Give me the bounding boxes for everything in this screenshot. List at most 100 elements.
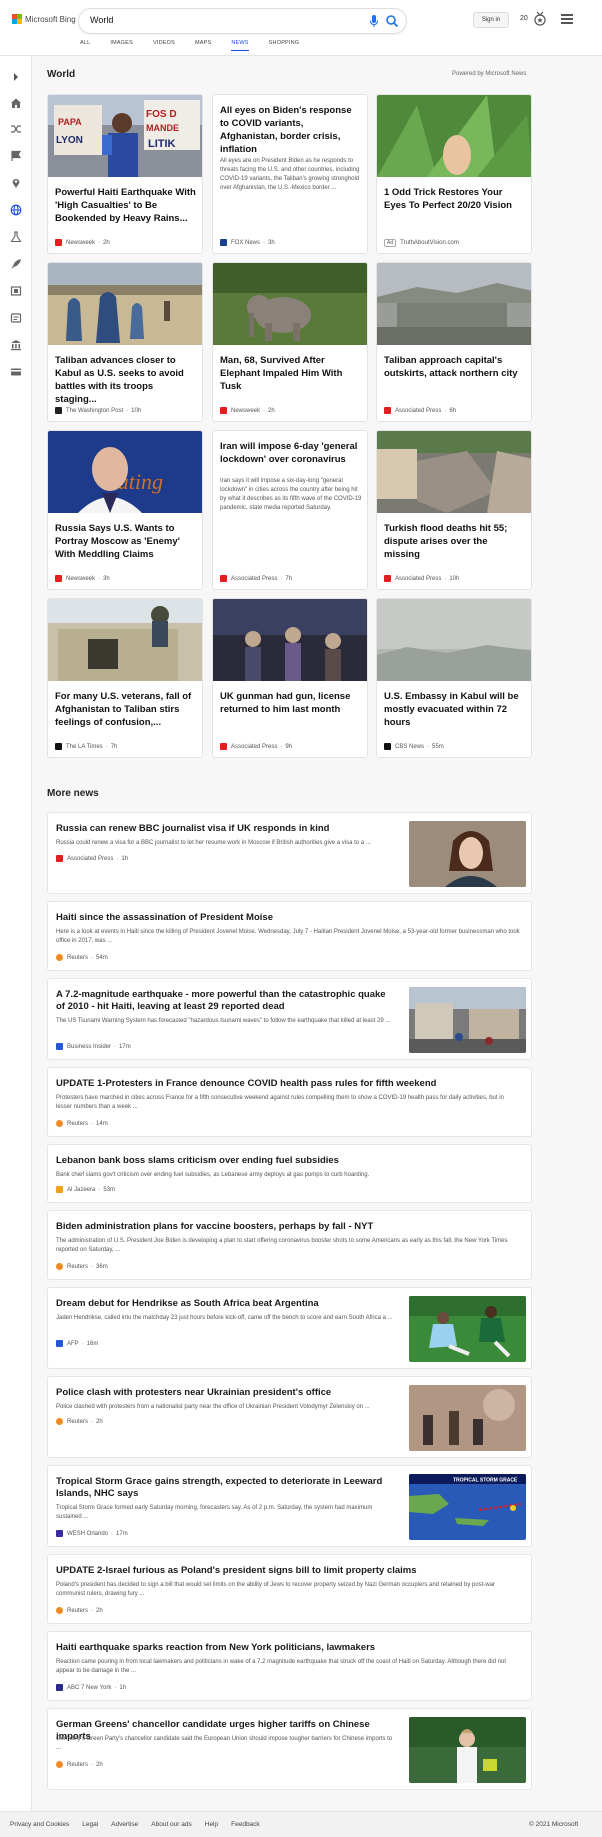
news-item-snippet: The administration of U.S. President Joe… (56, 1238, 508, 1253)
card-title[interactable]: Taliban advances closer to Kabul as U.S.… (55, 354, 197, 406)
news-card[interactable]: Turkish flood deaths hit 55; dispute ari… (376, 430, 532, 590)
news-item-title[interactable]: UPDATE 1-Protesters in France denounce C… (56, 1078, 521, 1090)
card-title[interactable]: Man, 68, Survived After Elephant Impaled… (220, 354, 362, 393)
microphone-icon[interactable] (369, 14, 379, 28)
news-card[interactable]: eating Russia Says U.S. Wants to Portray… (47, 430, 203, 590)
news-list-item[interactable]: German Greens' chancellor candidate urge… (47, 1708, 532, 1790)
tab-videos[interactable]: VIDEOS (153, 40, 175, 51)
news-card[interactable]: Man, 68, Survived After Elephant Impaled… (212, 262, 368, 422)
news-item-title[interactable]: Haiti since the assassination of Preside… (56, 912, 521, 924)
fox-news-logo-icon (220, 239, 227, 246)
news-card[interactable]: For many U.S. veterans, fall of Afghanis… (47, 598, 203, 758)
news-item-source: Associated Press · 1h (56, 855, 128, 862)
card-title[interactable]: Iran will impose 6-day 'general lockdown… (220, 440, 362, 466)
film-icon[interactable] (10, 284, 22, 296)
card-title[interactable]: 1 Odd Trick Restores Your Eyes To Perfec… (384, 186, 526, 212)
search-icon[interactable] (385, 14, 399, 28)
news-item-snippet: Protesters have marched in cities across… (56, 1095, 504, 1110)
tab-shopping[interactable]: SHOPPING (269, 40, 300, 51)
card-title[interactable]: U.S. Embassy in Kabul will be mostly eva… (384, 690, 526, 729)
footer-link-feedback[interactable]: Feedback (231, 1821, 260, 1828)
news-card[interactable]: PAPA LYON FOS D MANDE LITIK Powerful Hai… (47, 94, 203, 254)
tab-images[interactable]: IMAGES (110, 40, 133, 51)
bing-logo[interactable]: Microsoft Bing (12, 14, 76, 24)
news-item-title[interactable]: A 7.2-magnitude earthquake - more powerf… (56, 989, 396, 1013)
card-title[interactable]: Russia Says U.S. Wants to Portray Moscow… (55, 522, 197, 561)
header: Microsoft Bing World Sign in 20 ALL IMAG… (0, 0, 602, 56)
footer-link-legal[interactable]: Legal (82, 1821, 98, 1828)
shuffle-icon[interactable] (10, 122, 22, 134)
news-card[interactable]: Taliban approach capital's outskirts, at… (376, 262, 532, 422)
ad-card[interactable]: 1 Odd Trick Restores Your Eyes To Perfec… (376, 94, 532, 254)
search-box[interactable]: World (79, 9, 406, 33)
news-list-item[interactable]: Dream debut for Hendrikse as South Afric… (47, 1287, 532, 1369)
tab-news[interactable]: NEWS (231, 40, 249, 51)
card-title[interactable]: All eyes on Biden's response to COVID va… (220, 104, 362, 156)
hamburger-menu-icon[interactable] (561, 14, 573, 24)
rocket-icon[interactable] (10, 257, 22, 269)
news-item-title[interactable]: Police clash with protesters near Ukrain… (56, 1387, 396, 1399)
section-title-more-news: More news (47, 788, 99, 799)
card-source: FOX News · 3h (220, 239, 275, 246)
science-icon[interactable] (10, 230, 22, 243)
news-item-title[interactable]: Haiti earthquake sparks reaction from Ne… (56, 1642, 521, 1654)
newsweek-logo-icon (55, 239, 62, 246)
news-item-snippet: Police clashed with protesters from a na… (56, 1404, 370, 1410)
card-snippet: All eyes are on President Biden as he re… (220, 158, 360, 191)
business-insider-logo-icon (56, 1043, 63, 1050)
flag-icon[interactable] (10, 149, 22, 161)
card-source: Ad TruthAboutVision.com (384, 239, 459, 247)
card-source: Newsweek · 2h (220, 407, 275, 414)
news-item-title[interactable]: Tropical Storm Grace gains strength, exp… (56, 1476, 396, 1500)
footer-link-help[interactable]: Help (205, 1821, 218, 1828)
footer-link-privacy[interactable]: Privacy and Cookies (10, 1821, 69, 1828)
news-list-item[interactable]: Haiti earthquake sparks reaction from Ne… (47, 1631, 532, 1701)
news-list-item[interactable]: Lebanon bank boss slams criticism over e… (47, 1144, 532, 1203)
card-title[interactable]: Taliban approach capital's outskirts, at… (384, 354, 526, 380)
news-item-title[interactable]: Biden administration plans for vaccine b… (56, 1221, 521, 1233)
news-item-thumbnail: TROPICAL STORM GRACE (409, 1474, 526, 1540)
news-list-item[interactable]: Haiti since the assassination of Preside… (47, 901, 532, 971)
search-input[interactable]: World (90, 15, 113, 25)
tab-maps[interactable]: MAPS (195, 40, 211, 51)
news-item-title[interactable]: Russia can renew BBC journalist visa if … (56, 823, 406, 835)
landmark-icon[interactable] (10, 338, 22, 351)
news-card[interactable]: Taliban advances closer to Kabul as U.S.… (47, 262, 203, 422)
news-list-item[interactable]: A 7.2-magnitude earthquake - more powerf… (47, 978, 532, 1060)
card-image: PAPA LYON FOS D MANDE LITIK (48, 95, 202, 177)
card-icon[interactable] (10, 365, 22, 377)
news-list-item[interactable]: Tropical Storm Grace gains strength, exp… (47, 1465, 532, 1547)
sign-in-button[interactable]: Sign in (473, 12, 509, 28)
news-card[interactable]: UK gunman had gun, license returned to h… (212, 598, 368, 758)
card-title[interactable]: UK gunman had gun, license returned to h… (220, 690, 362, 716)
footer-link-advertise[interactable]: Advertise (111, 1821, 138, 1828)
news-list-item[interactable]: Russia can renew BBC journalist visa if … (47, 812, 532, 894)
news-item-thumbnail (409, 1296, 526, 1362)
news-item-title[interactable]: Lebanon bank boss slams criticism over e… (56, 1155, 521, 1167)
card-title[interactable]: For many U.S. veterans, fall of Afghanis… (55, 690, 197, 729)
svg-text:MANDE: MANDE (146, 123, 179, 133)
svg-text:FOS D: FOS D (146, 109, 177, 120)
card-title[interactable]: Powerful Haiti Earthquake With 'High Cas… (55, 186, 197, 225)
card-title[interactable]: Turkish flood deaths hit 55; dispute ari… (384, 522, 526, 561)
news-list-item[interactable]: UPDATE 1-Protesters in France denounce C… (47, 1067, 532, 1137)
sports-icon[interactable] (10, 311, 22, 323)
news-card[interactable]: All eyes on Biden's response to COVID va… (212, 94, 368, 254)
news-card[interactable]: Iran will impose 6-day 'general lockdown… (212, 430, 368, 590)
globe-icon[interactable] (10, 203, 22, 216)
footer-link-about-ads[interactable]: About our ads (151, 1821, 191, 1828)
location-icon[interactable] (10, 176, 22, 188)
card-image (48, 263, 202, 345)
news-card[interactable]: U.S. Embassy in Kabul will be mostly eva… (376, 598, 532, 758)
news-list-item[interactable]: UPDATE 2-Israel furious as Poland's pres… (47, 1554, 532, 1624)
home-icon[interactable] (10, 96, 22, 108)
chevron-right-icon[interactable] (10, 70, 22, 82)
rewards-medal-icon[interactable] (533, 11, 547, 27)
news-item-snippet: Jaden Hendrikse, called into the matchda… (56, 1315, 393, 1321)
news-list-item[interactable]: Police clash with protesters near Ukrain… (47, 1376, 532, 1458)
news-item-title[interactable]: Dream debut for Hendrikse as South Afric… (56, 1298, 396, 1310)
rewards-points[interactable]: 20 (520, 15, 528, 22)
news-list-item[interactable]: Biden administration plans for vaccine b… (47, 1210, 532, 1280)
tab-all[interactable]: ALL (80, 40, 90, 51)
news-item-title[interactable]: UPDATE 2-Israel furious as Poland's pres… (56, 1565, 521, 1577)
